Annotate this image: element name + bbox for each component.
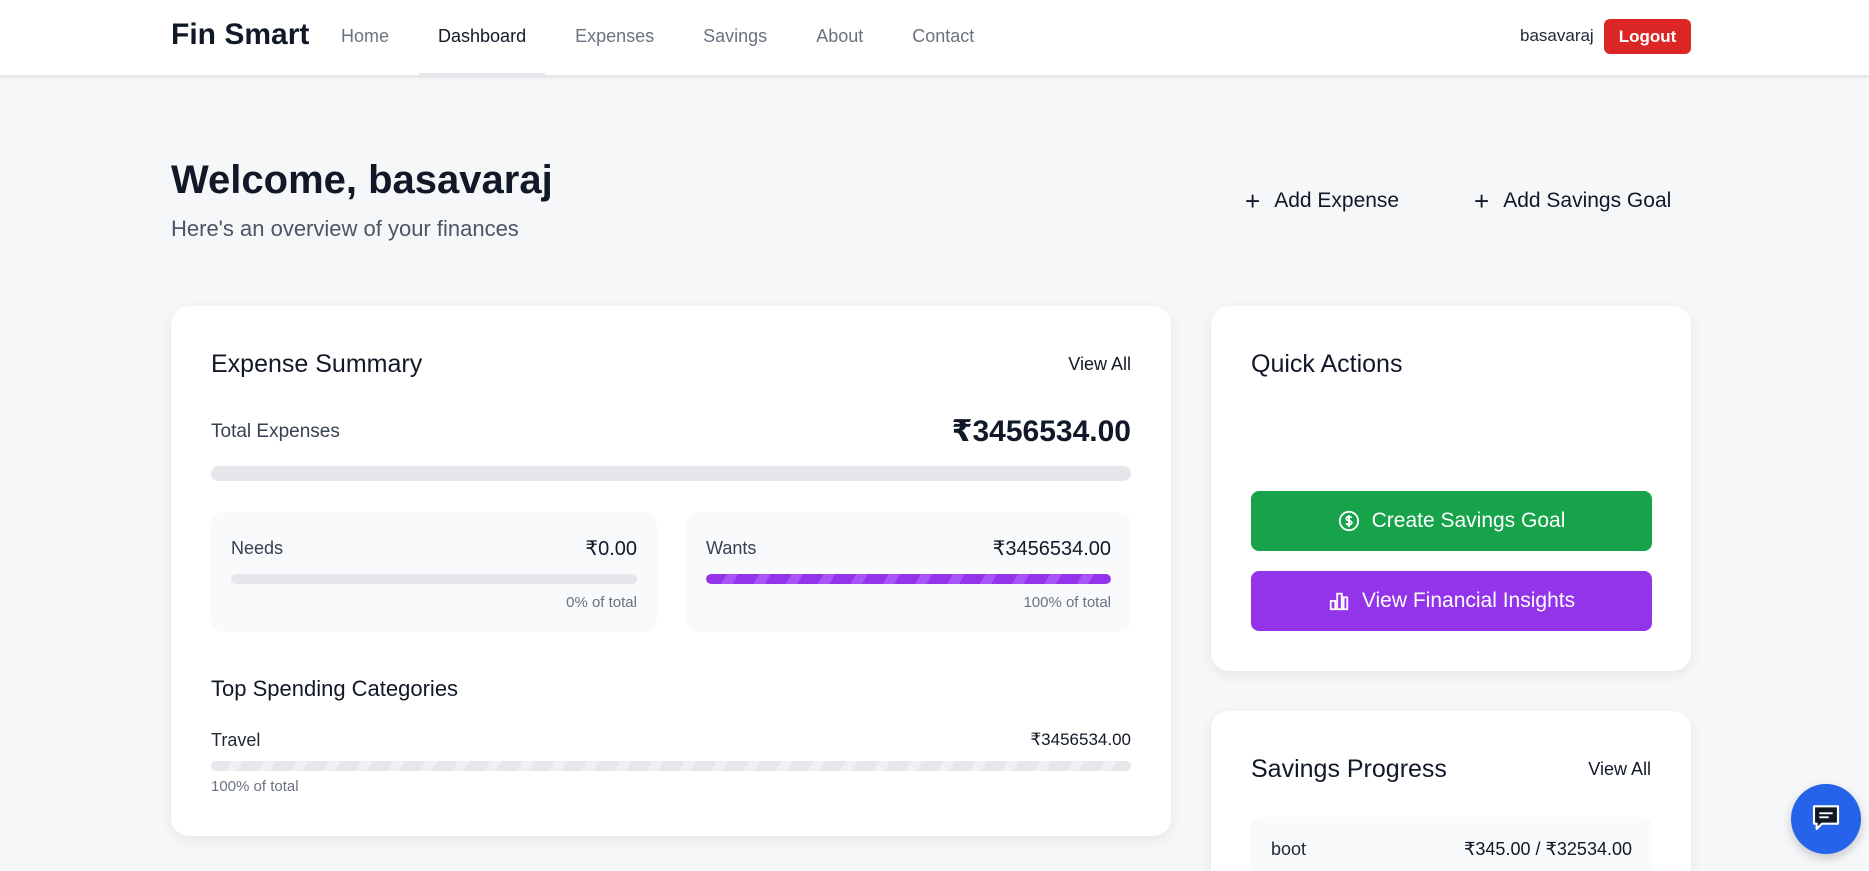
- needs-label: Needs: [231, 538, 284, 558]
- category-value: ₹3456534.00: [1030, 730, 1131, 749]
- logout-button[interactable]: Logout: [1604, 19, 1691, 54]
- wants-label: Wants: [706, 538, 757, 558]
- brand-logo[interactable]: Fin Smart: [171, 18, 309, 52]
- dollar-circle-icon: [1338, 510, 1360, 532]
- total-expenses-progress: [211, 466, 1131, 481]
- savings-view-all-link[interactable]: View All: [1588, 759, 1651, 780]
- total-expenses-value: ₹3456534.00: [951, 415, 1131, 448]
- total-expenses-label: Total Expenses: [211, 421, 340, 442]
- page-title: Welcome, basavaraj: [171, 158, 553, 202]
- add-savings-goal-button[interactable]: + Add Savings Goal: [1474, 188, 1671, 214]
- category-percent: 100% of total: [211, 778, 299, 795]
- view-financial-insights-button[interactable]: View Financial Insights: [1251, 571, 1652, 631]
- nav-link-about[interactable]: About: [797, 0, 882, 76]
- chat-icon: [1810, 801, 1842, 838]
- wants-percent: 100% of total: [1023, 594, 1111, 611]
- add-expense-label: Add Expense: [1274, 189, 1400, 212]
- savings-progress-card: Savings Progress View All boot ₹345.00 /…: [1211, 711, 1691, 871]
- view-financial-insights-label: View Financial Insights: [1361, 589, 1576, 612]
- add-expense-button[interactable]: + Add Expense: [1245, 188, 1399, 214]
- plus-icon: +: [1245, 186, 1261, 216]
- wants-value: ₹3456534.00: [992, 538, 1111, 560]
- user-name: basavaraj: [1520, 26, 1594, 45]
- needs-value: ₹0.00: [585, 538, 637, 560]
- wants-progress: [706, 574, 1111, 584]
- savings-progress-title: Savings Progress: [1251, 755, 1447, 783]
- plus-icon: +: [1474, 186, 1490, 216]
- needs-progress: [231, 574, 637, 584]
- wants-card: Wants ₹3456534.00 100% of total: [686, 512, 1131, 632]
- savings-goal-amount: ₹345.00 / ₹32534.00: [1463, 839, 1632, 859]
- needs-percent: 0% of total: [566, 594, 637, 611]
- category-name: Travel: [211, 730, 261, 750]
- create-savings-goal-label: Create Savings Goal: [1371, 509, 1566, 532]
- create-savings-goal-button[interactable]: Create Savings Goal: [1251, 491, 1652, 551]
- wants-progress-fill: [706, 574, 1111, 584]
- top-categories-title: Top Spending Categories: [211, 676, 459, 701]
- category-progress-fill: [211, 761, 1131, 771]
- bar-chart-icon: [1328, 590, 1350, 612]
- quick-actions-title: Quick Actions: [1251, 350, 1403, 378]
- chat-button[interactable]: [1791, 784, 1861, 854]
- needs-card: Needs ₹0.00 0% of total: [211, 512, 657, 632]
- savings-goal-name: boot: [1271, 839, 1307, 859]
- nav-link-expenses[interactable]: Expenses: [556, 0, 673, 76]
- expense-summary-title: Expense Summary: [211, 350, 423, 378]
- nav-link-contact[interactable]: Contact: [893, 0, 993, 76]
- page-subtitle: Here's an overview of your finances: [171, 216, 519, 241]
- expense-view-all-link[interactable]: View All: [1068, 354, 1131, 375]
- add-savings-goal-label: Add Savings Goal: [1503, 189, 1672, 212]
- quick-actions-card: Quick Actions Create Savings Goal View F…: [1211, 306, 1691, 671]
- expense-summary-card: Expense Summary View All Total Expenses …: [171, 306, 1171, 836]
- savings-goal-row[interactable]: boot ₹345.00 / ₹32534.00: [1251, 817, 1652, 871]
- top-navbar: Fin Smart Home Dashboard Expenses Saving…: [0, 0, 1869, 76]
- nav-link-dashboard[interactable]: Dashboard: [419, 0, 546, 76]
- nav-link-home[interactable]: Home: [322, 0, 408, 76]
- nav-links: Home Dashboard Expenses Savings About Co…: [322, 0, 1004, 76]
- nav-link-savings[interactable]: Savings: [684, 0, 786, 76]
- category-progress: [211, 761, 1131, 771]
